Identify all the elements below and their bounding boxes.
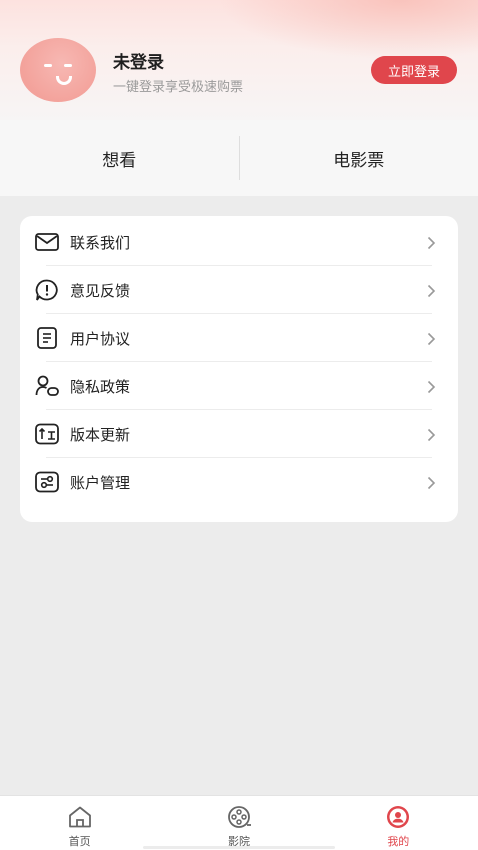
menu-item-label: 联系我们 [70,234,131,252]
menu-item-label: 隐私政策 [70,378,131,396]
nav-item-cinema[interactable]: 影院 [159,796,318,850]
user-icon [384,805,412,829]
feedback-icon [34,278,60,302]
privacy-icon [34,374,60,398]
mail-icon [34,230,60,254]
menu-item-contact-us[interactable]: 联系我们 [20,218,458,266]
menu-item-user-agreement[interactable]: 用户协议 [20,314,458,362]
menu-item-label: 版本更新 [70,426,131,444]
avatar-mouth [56,76,72,85]
home-icon [66,805,94,829]
document-icon [34,326,60,350]
login-button[interactable]: 立即登录 [371,56,457,84]
home-indicator [143,846,335,849]
chevron-right-icon [427,283,436,298]
menu-item-label: 用户协议 [70,330,131,348]
menu-item-version-update[interactable]: 版本更新 [20,410,458,458]
menu-item-account-management[interactable]: 账户管理 [20,458,458,506]
bottom-nav: 首页 影院 我的 [0,795,478,850]
menu-item-label: 账户管理 [70,474,131,492]
settings-icon [34,470,60,494]
login-hint: 一键登录享受极速购票 [113,80,244,95]
chevron-right-icon [427,379,436,394]
chevron-right-icon [427,427,436,442]
tab-movie-tickets[interactable]: 电影票 [240,146,478,171]
chevron-right-icon [427,475,436,490]
nav-item-home[interactable]: 首页 [0,796,159,850]
chevron-right-icon [427,331,436,346]
menu-card: 联系我们 意见反馈 用户协议 隐私政策 版本更新 账户管理 [20,216,458,522]
avatar-eye [44,64,52,67]
nav-item-mine[interactable]: 我的 [319,796,478,850]
menu-item-label: 意见反馈 [70,282,131,300]
avatar-eye [64,64,72,67]
user-name: 未登录 [113,53,164,73]
update-icon [34,422,60,446]
tab-want-to-see[interactable]: 想看 [0,146,239,171]
avatar[interactable] [20,38,96,102]
film-reel-icon [225,805,253,829]
nav-label: 我的 [387,835,410,848]
profile-tabs: 想看 电影票 [0,120,478,196]
menu-item-feedback[interactable]: 意见反馈 [20,266,458,314]
chevron-right-icon [427,235,436,250]
nav-label: 首页 [68,835,91,848]
menu-item-privacy-policy[interactable]: 隐私政策 [20,362,458,410]
